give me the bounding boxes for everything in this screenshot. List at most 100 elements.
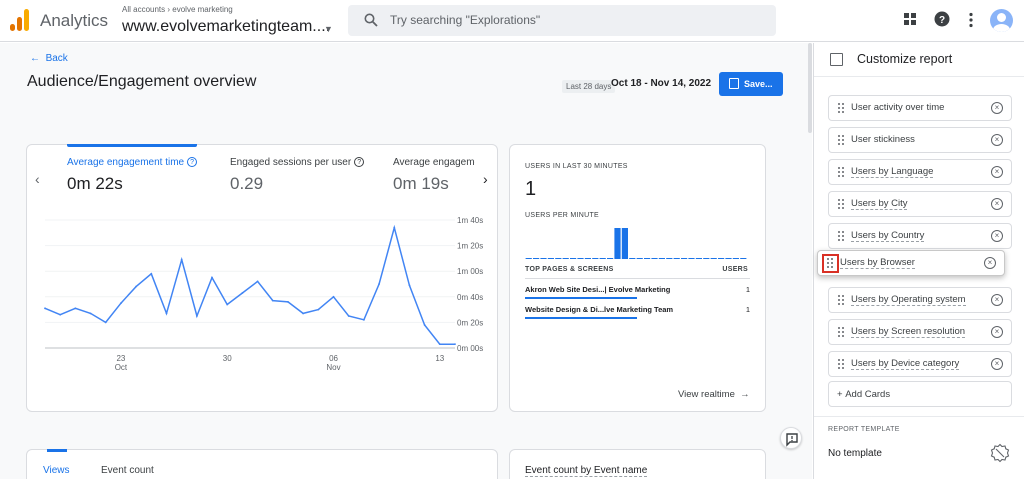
data-point — [165, 312, 168, 315]
event-count-title[interactable]: Event count by Event name — [525, 465, 648, 477]
minute-bar — [629, 258, 636, 259]
page-users: 1 — [745, 285, 750, 294]
scrollbar[interactable] — [808, 43, 812, 133]
tab-views[interactable]: Views — [43, 465, 70, 476]
feedback-icon — [786, 433, 798, 447]
remove-card-icon[interactable]: × — [991, 166, 1003, 178]
date-period-label[interactable]: Last 28 days — [562, 80, 616, 93]
apps-grid-icon[interactable] — [903, 12, 917, 26]
drag-handle-icon[interactable] — [838, 135, 844, 145]
engagement-line-chart[interactable]: 1m 40s 1m 20s 1m 00s 0m 40s 0m 20s 0m 00s 23Oc… — [27, 205, 499, 390]
remove-card-icon[interactable]: × — [984, 257, 996, 269]
report-card-item[interactable]: Users by Country × — [828, 223, 1012, 249]
template-badge-icon[interactable] — [990, 443, 1010, 463]
remove-card-icon[interactable]: × — [991, 134, 1003, 146]
data-point — [180, 258, 183, 261]
data-point — [241, 292, 244, 294]
arrow-right-icon: → — [740, 389, 750, 400]
remove-card-icon[interactable]: × — [991, 294, 1003, 306]
minute-bar — [718, 258, 725, 259]
drag-handle-icon[interactable] — [838, 199, 844, 209]
help-circle-icon[interactable]: ? — [187, 157, 198, 167]
view-realtime-link[interactable]: View realtime → — [678, 389, 750, 400]
data-point — [287, 301, 289, 303]
view-realtime-label: View realtime — [678, 389, 735, 400]
account-avatar[interactable] — [990, 9, 1013, 32]
remove-card-icon[interactable]: × — [991, 102, 1003, 114]
date-range-selector[interactable]: Oct 18 - Nov 14, 2022 — [611, 78, 711, 89]
breadcrumb-account[interactable]: evolve marketing — [172, 5, 232, 14]
y-tick-label: 1m 20s — [457, 242, 483, 251]
usage-bar — [525, 297, 637, 299]
drag-handle-icon[interactable] — [838, 327, 844, 337]
report-card-item[interactable]: Users by Browser × — [817, 250, 1005, 276]
report-card-item[interactable]: Users by Screen resolution × — [828, 319, 1012, 345]
table-row[interactable]: Website Design & Di...lve Marketing Team… — [525, 305, 750, 319]
report-card-item[interactable]: Users by City × — [828, 191, 1012, 217]
realtime-user-count: 1 — [525, 178, 537, 200]
metric-value: 0.29 — [230, 174, 264, 193]
minute-bar — [584, 258, 591, 259]
users-per-minute-chart[interactable] — [525, 225, 747, 259]
chevron-right-icon[interactable]: › — [483, 171, 488, 187]
data-point — [438, 343, 441, 346]
remove-card-icon[interactable]: × — [991, 230, 1003, 242]
data-point — [256, 280, 259, 283]
drag-handle-icon[interactable] — [838, 295, 844, 305]
remove-card-icon[interactable]: × — [991, 198, 1003, 210]
caret-down-icon[interactable]: ▼ — [324, 24, 333, 34]
feedback-button[interactable] — [780, 427, 802, 449]
minute-bar — [577, 258, 584, 259]
remove-card-icon[interactable]: × — [991, 358, 1003, 370]
minute-bar — [525, 258, 532, 259]
report-card-label: Users by Screen resolution — [851, 326, 966, 338]
drag-handle-icon[interactable] — [838, 103, 844, 113]
save-label: Save... — [744, 79, 773, 89]
drag-handle-icon[interactable] — [838, 359, 844, 369]
x-tick-month-label: Nov — [326, 363, 340, 372]
minute-bar — [614, 228, 621, 259]
analytics-logo[interactable] — [10, 9, 30, 31]
remove-card-icon[interactable]: × — [991, 326, 1003, 338]
more-vert-icon[interactable] — [968, 12, 974, 28]
report-template-value[interactable]: No template — [828, 448, 882, 459]
add-cards-button[interactable]: + Add Cards — [828, 381, 1012, 407]
metric-engaged-sessions-per-user[interactable]: Engaged sessions per user? 0.29 — [230, 157, 365, 194]
minute-bar — [592, 258, 599, 259]
page-name: Website Design & Di...lve Marketing Team — [525, 305, 674, 314]
table-row[interactable]: Akron Web Site Desi...| Evolve Marketing… — [525, 285, 750, 299]
add-cards-label: Add Cards — [845, 389, 891, 400]
divider — [525, 278, 750, 279]
top-pages-header: TOP PAGES & SCREENS — [525, 266, 614, 273]
report-card-item[interactable]: User stickiness × — [828, 127, 1012, 153]
minute-bar — [651, 258, 658, 259]
report-card-item[interactable]: User activity over time × — [828, 95, 1012, 121]
report-card-label: Users by Operating system — [851, 294, 966, 306]
breadcrumb[interactable]: All accounts › evolve marketing — [122, 5, 233, 14]
metric-value: 0m 19s — [393, 174, 449, 193]
event-count-card: Event count by Event name — [509, 449, 766, 479]
property-selector[interactable]: www.evolvemarketingteam.... — [122, 18, 330, 36]
metric-avg-engagement-partial[interactable]: Average engageme 0m 19s — [393, 157, 475, 194]
help-circle-icon[interactable]: ? — [354, 157, 365, 167]
save-button[interactable]: Save... — [719, 72, 783, 96]
search-input[interactable]: Try searching "Explorations" — [390, 13, 540, 27]
data-point — [59, 313, 62, 316]
report-card-item[interactable]: Users by Device category × — [828, 351, 1012, 377]
report-card-item[interactable]: Users by Operating system × — [828, 287, 1012, 313]
report-card-item[interactable]: Users by Language × — [828, 159, 1012, 185]
chevron-left-icon[interactable]: ‹ — [35, 171, 40, 187]
data-point — [393, 226, 396, 229]
back-label: Back — [45, 53, 68, 64]
tab-event-count[interactable]: Event count — [101, 465, 154, 476]
drag-handle-icon[interactable] — [838, 167, 844, 177]
breadcrumb-root[interactable]: All accounts — [122, 5, 165, 14]
metric-avg-engagement-time[interactable]: Average engagement time? 0m 22s — [67, 157, 198, 194]
drag-handle-icon[interactable] — [838, 231, 844, 241]
back-link[interactable]: ← Back — [30, 53, 68, 64]
drag-handle-highlight — [822, 254, 839, 273]
help-icon[interactable]: ? — [934, 11, 950, 27]
minute-bar — [570, 258, 577, 259]
search-bar[interactable]: Try searching "Explorations" — [348, 5, 776, 36]
views-card: Views Event count — [26, 449, 498, 479]
